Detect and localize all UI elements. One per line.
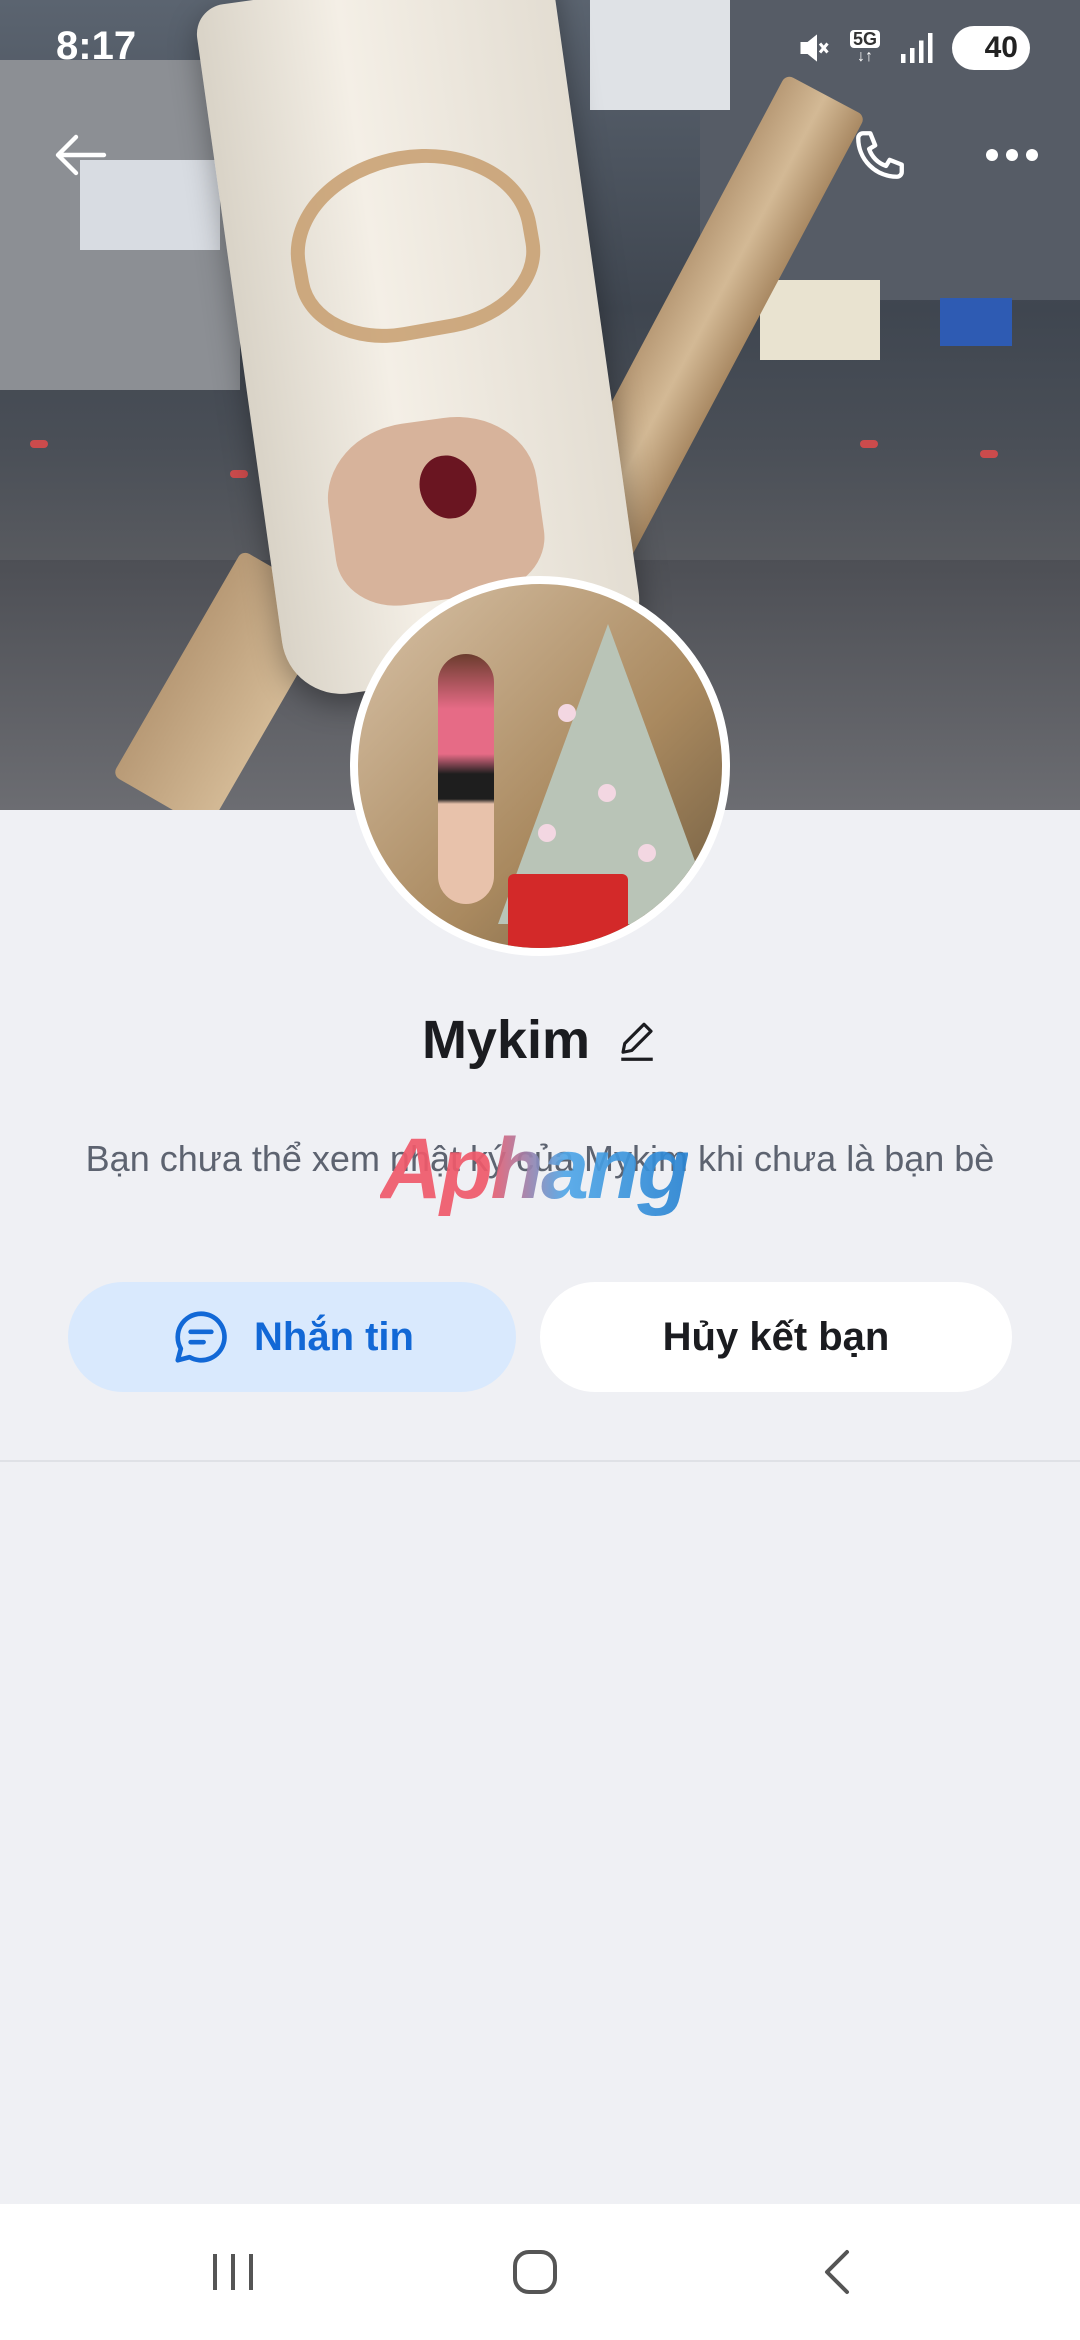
phone-icon — [856, 131, 904, 179]
call-button[interactable] — [840, 120, 920, 190]
home-icon — [513, 2250, 557, 2294]
unfriend-button[interactable]: Hủy kết bạn — [540, 1282, 1012, 1392]
profile-name: Mykim — [421, 1010, 591, 1070]
signal-icon — [901, 33, 933, 63]
home-button[interactable] — [490, 2232, 580, 2312]
more-options-button[interactable] — [972, 120, 1052, 190]
recent-apps-button[interactable] — [188, 2232, 278, 2312]
battery-saver-icon: 40 — [952, 26, 1030, 70]
recent-apps-icon — [213, 2254, 253, 2290]
back-icon — [825, 2250, 849, 2294]
back-button[interactable] — [40, 120, 120, 190]
chat-bubble-icon — [175, 1311, 227, 1363]
status-time: 8:17 — [56, 24, 137, 68]
message-button[interactable]: Nhắn tin — [68, 1282, 516, 1392]
avatar[interactable] — [350, 576, 730, 956]
status-icons: 5G ↓↑ 40 — [796, 26, 1030, 70]
profile-name-row: Mykim — [0, 1000, 1080, 1080]
back-nav-button[interactable] — [792, 2232, 882, 2312]
system-nav-bar — [0, 2204, 1080, 2340]
mute-icon — [800, 34, 829, 62]
message-button-label: Nhắn tin — [254, 1314, 414, 1359]
unfriend-button-label: Hủy kết bạn — [662, 1314, 890, 1359]
status-bar: 8:17 5G ↓↑ 40 — [0, 0, 1080, 100]
divider — [0, 1460, 1080, 1462]
battery-level: 40 — [984, 31, 1018, 64]
5g-data-icon: 5G ↓↑ — [849, 30, 880, 66]
more-dots-icon — [986, 149, 1038, 161]
watermark-logo: Aphang — [380, 1121, 690, 1217]
pencil-icon[interactable] — [616, 1017, 658, 1063]
back-arrow-icon — [55, 134, 107, 176]
